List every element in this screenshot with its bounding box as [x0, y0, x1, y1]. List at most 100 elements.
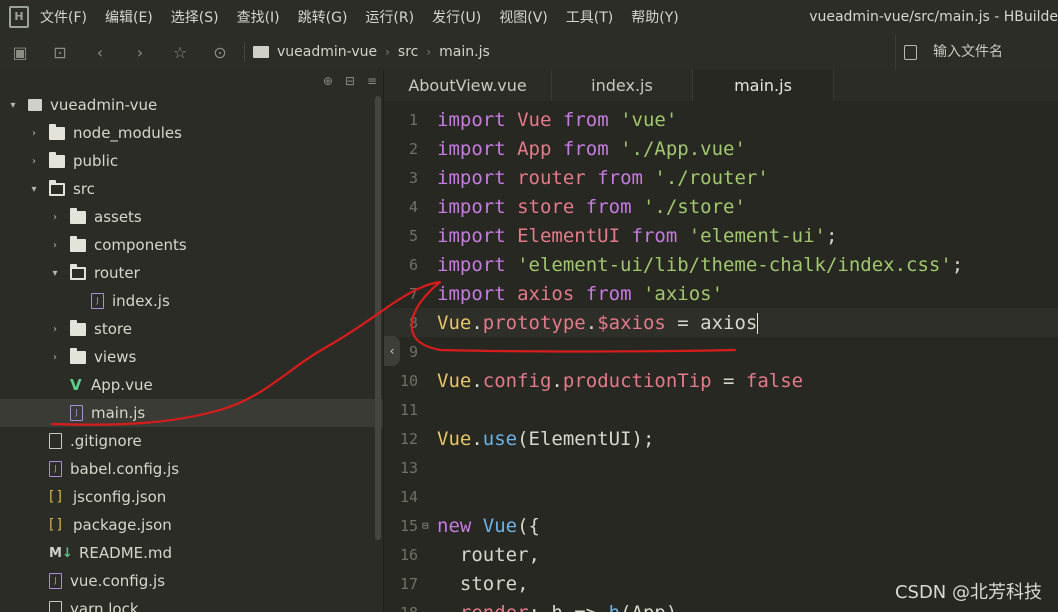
menu-item-6[interactable]: 发行(U): [423, 7, 490, 27]
tab-aboutview-vue[interactable]: AboutView.vue: [384, 70, 552, 101]
code-line[interactable]: 11: [384, 395, 1058, 424]
menu-item-7[interactable]: 视图(V): [490, 7, 557, 27]
code-line[interactable]: 7 import axios from 'axios': [384, 279, 1058, 308]
tree-item[interactable]: M↓ README.md: [0, 539, 383, 567]
chevron-down-icon[interactable]: ▾: [27, 184, 41, 195]
code-token: router,: [437, 543, 540, 566]
code-token: axios: [700, 311, 758, 334]
code-line[interactable]: 1 import Vue from 'vue': [384, 105, 1058, 134]
chevron-right-icon[interactable]: ›: [48, 324, 62, 335]
tree-item-label: src: [73, 180, 95, 198]
tree-item[interactable]: Jbabel.config.js: [0, 455, 383, 483]
save-icon[interactable]: ⊡: [40, 34, 80, 70]
fold-toggle-icon[interactable]: ⊟: [422, 519, 437, 532]
code-line[interactable]: 10 Vue.config.productionTip = false: [384, 366, 1058, 395]
locate-icon[interactable]: ⊕: [323, 74, 333, 88]
chevron-right-icon[interactable]: ›: [48, 352, 62, 363]
collapse-sidebar-icon[interactable]: ‹: [384, 336, 400, 366]
code-token: .: [585, 311, 598, 334]
menu-item-3[interactable]: 查找(I): [228, 7, 289, 27]
chevron-right-icon[interactable]: ›: [48, 212, 62, 223]
code-text: import Vue from 'vue': [437, 109, 677, 131]
menu-item-9[interactable]: 帮助(Y): [622, 7, 687, 27]
file-search-input[interactable]: [931, 43, 1045, 61]
code-text: Vue.prototype.$axios = axios: [437, 311, 759, 334]
forward-icon[interactable]: ›: [120, 34, 160, 70]
tree-item[interactable]: .gitignore: [0, 427, 383, 455]
code-line[interactable]: 16 router,: [384, 540, 1058, 569]
line-number: 16: [399, 545, 418, 564]
menu-item-8[interactable]: 工具(T): [557, 7, 622, 27]
tree-item[interactable]: yarn.lock: [0, 595, 383, 612]
tree-item[interactable]: › store: [0, 315, 383, 343]
tab-index-js[interactable]: index.js: [552, 70, 693, 101]
sidebar-scrollbar[interactable]: [375, 96, 381, 540]
code-line[interactable]: 13: [384, 453, 1058, 482]
tree-item[interactable]: Jvue.config.js: [0, 567, 383, 595]
tree-item[interactable]: Jmain.js: [0, 399, 383, 427]
line-number: 2: [408, 139, 418, 158]
code-line[interactable]: 5 import ElementUI from 'element-ui';: [384, 221, 1058, 250]
tree-item[interactable]: ▾ router: [0, 259, 383, 287]
menu-item-5[interactable]: 运行(R): [356, 7, 423, 27]
tree-item[interactable]: Jindex.js: [0, 287, 383, 315]
menu-icon[interactable]: ≡: [367, 74, 377, 88]
json-file-icon: []: [49, 489, 64, 505]
code-line[interactable]: 2 import App from './App.vue': [384, 134, 1058, 163]
toolbar-divider: [244, 42, 245, 62]
tree-item-label: vueadmin-vue: [50, 96, 158, 114]
menu-item-0[interactable]: 文件(F): [38, 7, 96, 27]
tab-main-js[interactable]: main.js: [693, 70, 834, 101]
chevron-down-icon[interactable]: ▾: [48, 268, 62, 279]
tree-item[interactable]: › assets: [0, 203, 383, 231]
code-token: Vue: [437, 427, 472, 450]
chevron-right-icon[interactable]: ›: [48, 240, 62, 251]
menu-item-1[interactable]: 编辑(E): [96, 7, 162, 27]
star-icon[interactable]: ☆: [160, 34, 200, 70]
code-token: Vue: [437, 369, 472, 392]
code-line[interactable]: 8 Vue.prototype.$axios = axios: [384, 308, 1058, 337]
code-line[interactable]: 12 Vue.use(ElementUI);: [384, 424, 1058, 453]
tree-item[interactable]: › views: [0, 343, 383, 371]
breadcrumb-item-src[interactable]: src: [398, 44, 418, 60]
code-text: Vue.use(ElementUI);: [437, 428, 654, 450]
chevron-right-icon[interactable]: ›: [27, 128, 41, 139]
tree-item[interactable]: › public: [0, 147, 383, 175]
breadcrumb-item-file[interactable]: main.js: [439, 44, 490, 60]
tree-item[interactable]: › components: [0, 231, 383, 259]
code-line[interactable]: 14: [384, 482, 1058, 511]
code-line[interactable]: 4 import store from './store': [384, 192, 1058, 221]
tree-item-label: App.vue: [91, 376, 153, 394]
tree-item[interactable]: [] package.json: [0, 511, 383, 539]
tree-item[interactable]: › node_modules: [0, 119, 383, 147]
line-number: 11: [399, 400, 418, 419]
code-line[interactable]: 15 ⊟ new Vue({: [384, 511, 1058, 540]
code-token: import: [437, 195, 506, 218]
chevron-right-icon[interactable]: ›: [27, 156, 41, 167]
collapse-all-icon[interactable]: ⊟: [345, 74, 355, 88]
line-number: 8: [408, 313, 418, 332]
chevron-down-icon[interactable]: ▾: [6, 100, 20, 111]
back-icon[interactable]: ‹: [80, 34, 120, 70]
new-file-icon[interactable]: ▣: [0, 34, 40, 70]
menu-item-4[interactable]: 跳转(G): [289, 7, 357, 27]
code-line[interactable]: 6 import 'element-ui/lib/theme-chalk/inde…: [384, 250, 1058, 279]
breadcrumb-item-project[interactable]: vueadmin-vue: [277, 44, 377, 60]
code-line[interactable]: 3 import router from './router': [384, 163, 1058, 192]
menu-item-2[interactable]: 选择(S): [162, 7, 228, 27]
run-icon[interactable]: ⊙: [200, 34, 240, 70]
tree-item[interactable]: ▾ vueadmin-vue: [0, 91, 382, 119]
tree-item[interactable]: [] jsconfig.json: [0, 483, 383, 511]
folder-icon: [70, 347, 86, 364]
project-explorer: ⊕ ⊟ ≡ ▾ vueadmin-vue › node_modules › public ▾…: [0, 70, 384, 612]
code-line[interactable]: 9: [384, 337, 1058, 366]
folder-open-icon: [49, 179, 65, 196]
tree-item[interactable]: V App.vue: [0, 371, 383, 399]
tree-item[interactable]: ▾ src: [0, 175, 383, 203]
